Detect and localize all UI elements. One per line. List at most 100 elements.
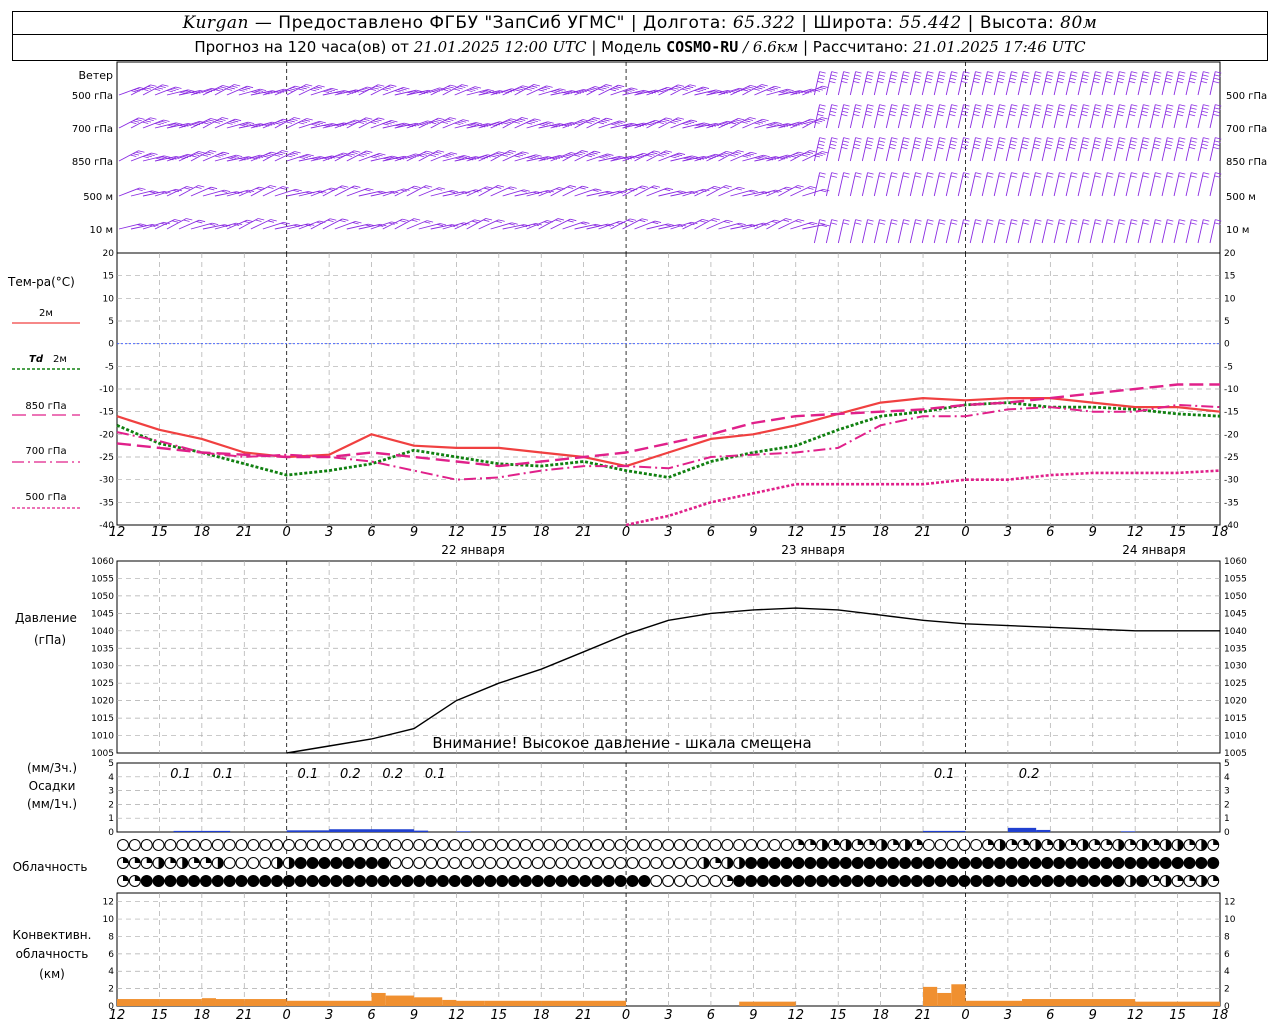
cloud-half (1130, 875, 1136, 887)
wind-feather (370, 156, 377, 159)
cloud-circle (330, 857, 343, 869)
conv-title-3: (км) (39, 967, 65, 981)
wind-feather (1178, 74, 1185, 77)
cloud-symbol (508, 875, 521, 887)
wind-feather (746, 118, 754, 121)
cloud-quarter (146, 857, 153, 863)
wind-feather (1010, 222, 1017, 225)
wind-feather (663, 118, 670, 122)
wind-feather (450, 84, 457, 88)
wind-feather (639, 186, 646, 190)
wind-feather (438, 117, 445, 121)
wind-feather (610, 123, 617, 126)
cloud-symbol (1171, 875, 1184, 887)
cloud-half (999, 839, 1006, 851)
cloud-symbol (377, 857, 390, 869)
cloud-symbol (602, 839, 615, 851)
y-tick-right-pres: 1020 (1224, 697, 1247, 707)
wind-feather (1023, 172, 1030, 175)
wind-feather (756, 121, 764, 124)
wind-feather (736, 223, 743, 226)
wind-feather (199, 219, 206, 223)
wind-feather (166, 89, 173, 93)
cloud-circle (745, 857, 758, 869)
wind-feather (1190, 140, 1197, 143)
cloud-circle (436, 857, 449, 869)
cloud-quarter (1094, 839, 1101, 845)
cloud-half (881, 839, 887, 851)
wind-feather (1141, 110, 1148, 114)
wind-feather (1189, 110, 1196, 114)
wind-barb (538, 218, 559, 230)
conv-bar (965, 1000, 1023, 1006)
wind-feather (914, 222, 921, 225)
cloud-circle (176, 839, 189, 851)
cloud-symbol (579, 857, 592, 869)
wind-feather (535, 154, 542, 157)
cloud-circle (697, 875, 710, 887)
wind-feather (1143, 137, 1150, 140)
wind-feather (999, 219, 1006, 222)
wind-feather (429, 154, 437, 157)
y-tick-right-prec: 5 (1224, 759, 1230, 769)
wind-feather (242, 123, 249, 126)
wind-feather (1057, 147, 1064, 150)
cloud-circle (140, 875, 153, 887)
cloud-symbol (851, 857, 864, 869)
precip-amount-label: 0.2 (340, 767, 361, 782)
wind-feather (817, 147, 824, 150)
wind-feather (1059, 219, 1066, 222)
cloud-circle (958, 857, 971, 869)
y-tick-left-prec: 0 (108, 828, 114, 838)
wind-feather (891, 172, 898, 175)
y-tick-right-prec: 2 (1224, 800, 1230, 810)
wind-feather (961, 114, 968, 117)
wind-feather (519, 152, 526, 156)
legend-td2m-label: 2м (53, 354, 67, 365)
cloud-symbol (318, 857, 331, 869)
cloud-symbol (377, 875, 390, 887)
cloud-circle (235, 875, 248, 887)
wind-feather (148, 153, 155, 157)
wind-feather (474, 219, 481, 222)
wind-feather (890, 140, 897, 143)
wind-feather (841, 114, 848, 117)
wind-level-label-left: 10 м (90, 225, 113, 236)
wind-feather (360, 120, 367, 123)
wind-feather (423, 186, 430, 189)
wind-feather (842, 175, 849, 178)
cloud-symbol (176, 839, 189, 851)
wind-feather (364, 189, 371, 192)
wind-feather (927, 219, 934, 222)
wind-feather (161, 156, 168, 159)
wind-feather (1119, 71, 1126, 74)
x-tick-label: 12 (109, 525, 126, 540)
wind-feather (732, 153, 739, 156)
wind-feather (925, 110, 933, 114)
cloud-symbol (922, 875, 935, 887)
wind-feather (270, 185, 277, 188)
x-tick-label: 3 (1004, 525, 1012, 540)
wind-feather (1009, 147, 1016, 150)
wind-feather (854, 222, 861, 225)
wind-feather (279, 187, 287, 190)
wind-feather (158, 156, 165, 160)
wind-feather (937, 114, 944, 117)
cloud-symbol (354, 875, 366, 887)
wind-feather (478, 91, 486, 94)
wind-feather (130, 154, 137, 157)
wind-feather (160, 120, 167, 124)
cloud-symbol (662, 839, 675, 851)
wind-feather (975, 219, 982, 222)
x-tick-label-bottom: 12 (448, 1008, 465, 1023)
wind-feather (1165, 147, 1172, 150)
wind-feather (495, 152, 502, 155)
y-tick-right-prec: 0 (1224, 828, 1230, 838)
cloud-circle (211, 839, 224, 851)
wind-feather (1167, 172, 1174, 175)
y-tick-right-temp: 10 (1224, 294, 1236, 304)
wind-feather (853, 81, 860, 84)
wind-feather (830, 143, 837, 147)
wind-feather (798, 219, 805, 222)
wind-feather (1022, 222, 1029, 225)
